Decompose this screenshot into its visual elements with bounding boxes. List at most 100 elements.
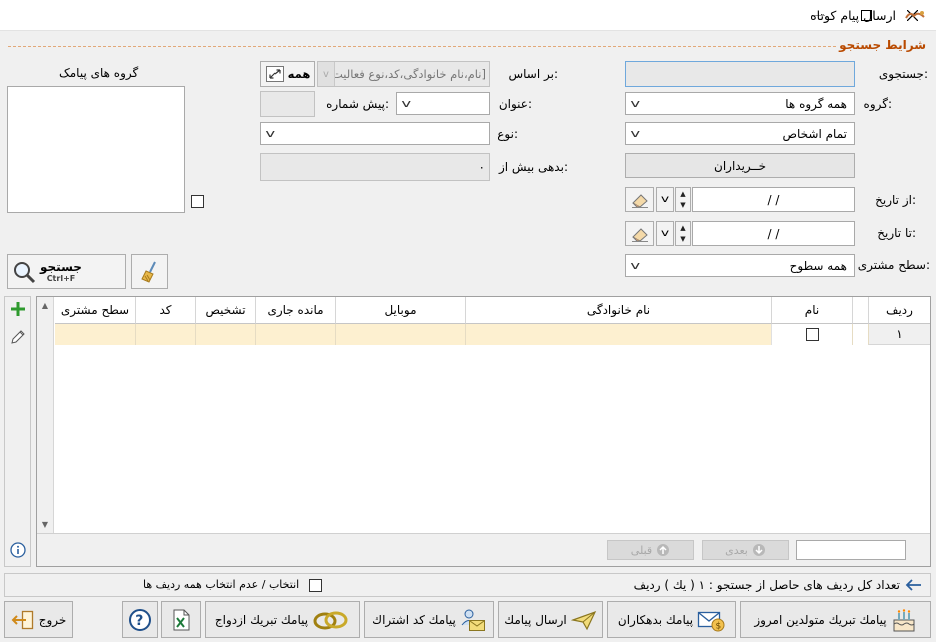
search-label: جستجوی:	[878, 67, 928, 81]
title-bar: ارسال پیام کوتاه	[0, 0, 936, 31]
row-cell-mobile[interactable]	[335, 324, 465, 345]
from-date-label: از تاریخ:	[875, 193, 916, 207]
svg-text:?: ?	[135, 613, 143, 629]
col-header-family[interactable]: نام خانوادگی	[465, 297, 771, 324]
spin-up-icon[interactable]: ▲	[676, 222, 690, 234]
svg-text:$: $	[716, 621, 722, 631]
send-sms-button[interactable]: ارسال پیامك	[498, 601, 603, 638]
row-cell-detection[interactable]	[195, 324, 255, 345]
scroll-down-icon[interactable]: ▼	[37, 516, 53, 533]
row-checkbox-cell[interactable]	[771, 324, 852, 345]
debt-field[interactable]: ۰	[260, 153, 490, 181]
based-on-select[interactable]: v [نام،نام خانوادگی،کد،نوع فعالیت]	[317, 61, 490, 87]
buyers-button[interactable]: خــریداران	[625, 153, 855, 178]
search-button[interactable]: جستجو Ctrl+F	[7, 254, 126, 289]
chevron-down-icon: v	[318, 62, 335, 86]
clear-filters-button[interactable]	[131, 254, 168, 289]
col-header-name[interactable]: نام	[771, 297, 852, 324]
info-icon[interactable]	[10, 542, 26, 561]
buyers-button-label: خــریداران	[714, 158, 766, 173]
subscription-sms-button[interactable]: پیامك كد اشتراك	[364, 601, 494, 638]
results-table[interactable]: ▲ ▼ ردیف نام نام خانوادگی موبایل مانده ج…	[36, 296, 931, 567]
edit-pencil-icon[interactable]	[10, 329, 26, 348]
scroll-up-icon[interactable]: ▲	[37, 297, 53, 314]
search-field[interactable]	[625, 61, 855, 87]
search-shortcut: Ctrl+F	[46, 274, 76, 283]
from-date-field[interactable]: / /	[692, 187, 855, 212]
next-page-button[interactable]: بعدی	[702, 540, 789, 560]
birthday-sms-button[interactable]: پیامك تبریك متولدین امروز	[740, 601, 931, 638]
debt-value: ۰	[478, 160, 485, 174]
col-header-select[interactable]	[852, 297, 868, 324]
table-footer: بعدی قبلی	[37, 533, 930, 566]
spin-up-icon[interactable]: ▲	[676, 188, 690, 200]
chevron-down-icon: v	[630, 127, 641, 140]
page-number-field[interactable]	[796, 540, 906, 560]
group-label: گروه:	[863, 97, 892, 111]
row-cell-balance[interactable]	[255, 324, 335, 345]
to-date-value: / /	[767, 226, 780, 241]
to-date-field[interactable]: / /	[692, 221, 855, 246]
arrow-left-icon	[905, 579, 921, 591]
paper-plane-icon	[570, 610, 596, 630]
chevron-down-icon: v	[401, 97, 412, 110]
eraser-icon	[631, 193, 648, 208]
birthday-sms-label: پیامك تبریك متولدین امروز	[754, 612, 887, 627]
row-cell-family[interactable]	[465, 324, 771, 345]
col-header-mobile[interactable]: موبایل	[335, 297, 465, 324]
row-checkbox[interactable]	[805, 328, 819, 341]
add-icon[interactable]	[10, 301, 26, 320]
exit-button[interactable]: خروج	[4, 601, 73, 638]
to-date-dropdown[interactable]: v	[656, 221, 674, 246]
subscription-sms-label: پیامك كد اشتراك	[372, 612, 456, 627]
type-select[interactable]: v	[260, 122, 490, 145]
sms-groups-list[interactable]	[7, 86, 185, 213]
wedding-sms-button[interactable]: پیامك تبریك ازدواج	[205, 601, 360, 638]
type-label: نوع:	[497, 127, 518, 141]
customer-level-label: سطح مشتری:	[857, 258, 930, 272]
window-title: ارسال پیام کوتاه	[810, 8, 896, 23]
vertical-scrollbar[interactable]: ▲ ▼	[37, 297, 54, 533]
from-date-spinner[interactable]: ▲ ▼	[675, 187, 691, 212]
broom-icon	[140, 261, 156, 283]
side-toolbar	[4, 296, 31, 567]
group-select[interactable]: همه گروه ها v	[625, 92, 855, 115]
select-all-checkbox[interactable]	[309, 579, 322, 592]
sms-groups-checkbox[interactable]	[191, 195, 204, 208]
col-header-customer-level[interactable]: سطح مشتری	[55, 297, 135, 324]
app-icon	[904, 9, 926, 21]
total-rows-text: تعداد کل ردیف های حاصل از جستجو : ۱ ( یك…	[633, 578, 900, 592]
status-bar: تعداد کل ردیف های حاصل از جستجو : ۱ ( یك…	[4, 573, 931, 597]
debtors-sms-button[interactable]: پیامك بدهكاران $	[607, 601, 736, 638]
section-divider	[8, 46, 836, 47]
spin-down-icon[interactable]: ▼	[676, 234, 690, 246]
send-sms-label: ارسال پیامك	[504, 612, 567, 627]
row-cell-code[interactable]	[135, 324, 195, 345]
customer-level-select[interactable]: همه سطوح v	[625, 254, 855, 277]
row-cell-customer-level[interactable]	[55, 324, 135, 345]
next-page-label: بعدی	[725, 543, 748, 557]
from-date-clear-button[interactable]	[625, 187, 654, 212]
to-date-spinner[interactable]: ▲ ▼	[675, 221, 691, 246]
prev-page-label: قبلی	[630, 543, 653, 557]
col-header-row-number[interactable]: ردیف	[868, 297, 930, 324]
spin-down-icon[interactable]: ▼	[676, 200, 690, 212]
col-header-code[interactable]: کد	[135, 297, 195, 324]
all-toggle-button[interactable]: همه	[260, 61, 315, 87]
birthday-cake-icon	[893, 608, 915, 631]
expand-icon	[265, 66, 284, 82]
prev-page-button[interactable]: قبلی	[607, 540, 694, 560]
person-select[interactable]: تمام اشخاص v	[625, 122, 855, 145]
title-select[interactable]: v	[396, 92, 490, 115]
excel-export-button[interactable]	[161, 601, 201, 638]
col-header-detection[interactable]: تشخیص	[195, 297, 255, 324]
chevron-down-icon: v	[630, 259, 641, 272]
help-button[interactable]: ?	[122, 601, 158, 638]
col-header-balance[interactable]: مانده جاری	[255, 297, 335, 324]
to-date-clear-button[interactable]	[625, 221, 654, 246]
prefix-field[interactable]	[260, 91, 315, 117]
from-date-dropdown[interactable]: v	[656, 187, 674, 212]
based-on-label: بر اساس:	[508, 67, 558, 81]
envelope-money-icon: $	[697, 611, 725, 631]
group-select-value: همه گروه ها	[785, 96, 847, 111]
